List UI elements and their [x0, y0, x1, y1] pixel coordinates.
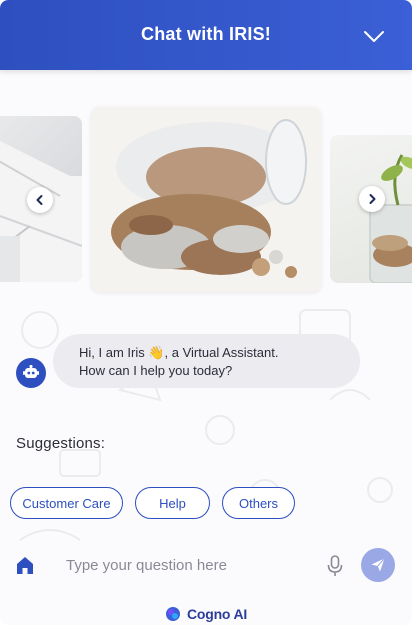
send-button[interactable]: [361, 548, 395, 582]
chat-title: Chat with IRIS!: [141, 24, 271, 44]
chevron-right-icon: [369, 194, 376, 204]
carousel-prev-button[interactable]: [27, 187, 53, 213]
bot-message-line-2: How can I help you today?: [79, 363, 233, 378]
send-icon: [371, 558, 385, 572]
suggestions-label: Suggestions:: [16, 435, 106, 452]
carousel-next-button[interactable]: [359, 186, 385, 212]
powered-by-footer: Cogno AI: [0, 604, 412, 624]
chevron-left-icon: [36, 195, 43, 205]
home-icon[interactable]: [14, 554, 36, 576]
carousel-slide-coins[interactable]: [91, 107, 321, 292]
image-carousel: [0, 105, 412, 295]
cogno-logo-icon: [165, 607, 180, 621]
bot-avatar: [16, 358, 46, 388]
coins-jar-image: [91, 107, 321, 292]
bot-message-bubble: Hi, I am Iris 👋, a Virtual Assistant. Ho…: [53, 334, 360, 388]
chat-widget: Chat with IRIS! Hi, I am Iris 👋, a Virtu…: [0, 0, 412, 625]
mic-icon[interactable]: [325, 554, 345, 578]
suggestion-chip-help[interactable]: Help: [135, 487, 210, 519]
footer-brand: Cogno AI: [186, 606, 248, 622]
message-composer: [0, 545, 412, 585]
chevron-down-icon[interactable]: [362, 26, 386, 46]
suggestion-chip-customer-care[interactable]: Customer Care: [10, 487, 123, 519]
bot-message-line-1: Hi, I am Iris 👋, a Virtual Assistant.: [79, 345, 279, 360]
suggestion-chip-others[interactable]: Others: [222, 487, 295, 519]
chat-header: Chat with IRIS!: [0, 0, 412, 70]
bot-icon: [23, 365, 39, 378]
message-input[interactable]: [58, 550, 308, 580]
